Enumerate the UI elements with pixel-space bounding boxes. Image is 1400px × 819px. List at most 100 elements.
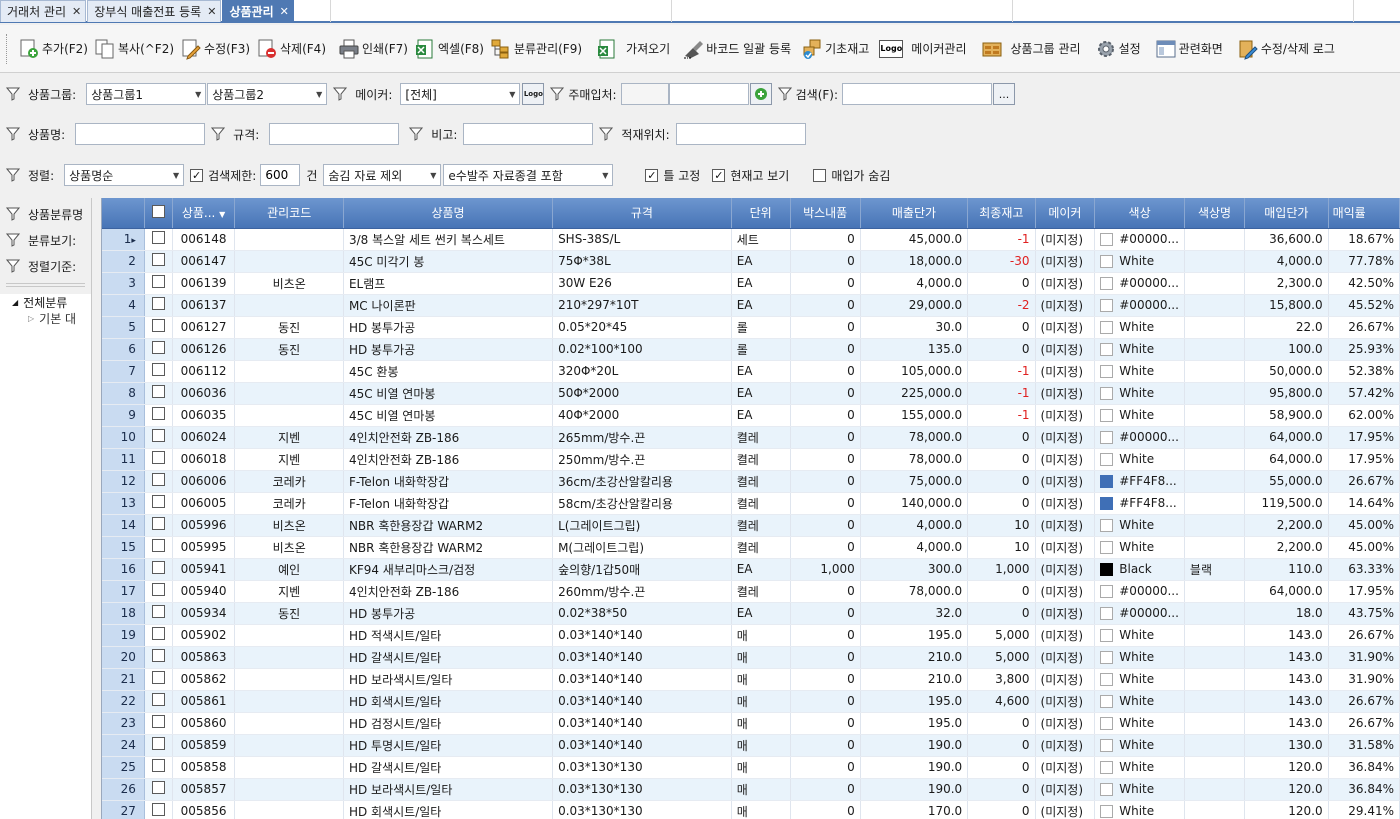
note-input[interactable] xyxy=(463,123,594,145)
row-number[interactable]: 4 xyxy=(102,294,145,317)
column-header-spec[interactable]: 규격 xyxy=(552,198,732,229)
copy-button[interactable]: 복사(^F2) xyxy=(91,34,177,64)
cell-margin[interactable]: 17.95% xyxy=(1328,448,1400,471)
cell-spec[interactable]: 58cm/초강산알칼리용 xyxy=(552,492,732,515)
row-number[interactable]: 9 xyxy=(102,404,145,427)
cell-box[interactable]: 0 xyxy=(790,272,861,295)
cell-maker[interactable]: (미지정) xyxy=(1035,272,1096,295)
cell-maker[interactable]: (미지정) xyxy=(1035,734,1096,757)
row-checkbox-cell[interactable] xyxy=(144,272,173,295)
cell-spec[interactable]: SHS-38S/L xyxy=(552,228,732,251)
cell-margin[interactable]: 17.95% xyxy=(1328,580,1400,603)
cell-color[interactable]: White xyxy=(1094,646,1185,669)
row-checkbox[interactable] xyxy=(151,429,165,442)
row-checkbox[interactable] xyxy=(151,583,165,596)
cell-color[interactable]: White xyxy=(1094,756,1185,779)
order-option-select[interactable]: e수발주 자료종결 포함 ▼ xyxy=(443,164,614,186)
cell-cost[interactable]: 120.0 xyxy=(1244,800,1329,819)
cell-margin[interactable]: 26.67% xyxy=(1328,712,1400,735)
cell-price[interactable]: 140,000.0 xyxy=(860,492,969,515)
cell-maker[interactable]: (미지정) xyxy=(1035,382,1096,405)
row-checkbox[interactable] xyxy=(151,363,165,376)
row-checkbox-cell[interactable] xyxy=(144,360,173,383)
cell-box[interactable]: 0 xyxy=(790,734,861,757)
cell-maker[interactable]: (미지정) xyxy=(1035,602,1096,625)
column-header-code[interactable]: 상품... ▼ xyxy=(172,198,236,229)
cell-color[interactable]: White xyxy=(1094,668,1185,691)
cell-unit[interactable]: EA xyxy=(731,404,791,427)
cell-code[interactable]: 006147 xyxy=(172,250,236,273)
column-header-color[interactable]: 색상 xyxy=(1094,198,1185,229)
cell-color-name[interactable] xyxy=(1184,756,1246,779)
cell-cost[interactable]: 36,600.0 xyxy=(1244,228,1329,251)
cell-stock[interactable]: 1,000 xyxy=(967,558,1036,581)
cell-margin[interactable]: 62.00% xyxy=(1328,404,1400,427)
cell-price[interactable]: 195.0 xyxy=(860,690,969,713)
browse-option[interactable]: 분류보기: xyxy=(0,227,91,253)
cell-mgmt[interactable] xyxy=(234,690,344,713)
group2-select[interactable]: 상품그룹2 ▼ xyxy=(207,83,328,105)
table-row[interactable]: 19 005902 HD 적색시트/일타 0.03*140*140 매 0 195.0 5,0… xyxy=(102,624,1400,647)
cell-color-name[interactable] xyxy=(1184,382,1246,405)
cell-code[interactable]: 005860 xyxy=(172,712,236,735)
table-row[interactable]: 8 006036 45C 비열 연마봉 50Φ*2000 EA 0 225,000.0 -1(… xyxy=(102,382,1400,405)
cell-margin[interactable]: 26.67% xyxy=(1328,316,1400,339)
table-row[interactable]: 4 006137 MC 나이론판 210*297*10T EA 0 29,000.0 -2 (미… xyxy=(102,294,1400,317)
cell-maker[interactable]: (미지정) xyxy=(1035,668,1096,691)
cell-cost[interactable]: 64,000.0 xyxy=(1244,426,1329,449)
cell-code[interactable]: 005858 xyxy=(172,756,236,779)
row-number[interactable]: 23 xyxy=(102,712,145,735)
cell-code[interactable]: 006148 xyxy=(172,228,236,251)
cell-margin[interactable]: 57.42% xyxy=(1328,382,1400,405)
cell-spec[interactable]: 0.03*130*130 xyxy=(552,800,732,819)
cell-margin[interactable]: 29.41% xyxy=(1328,800,1400,819)
column-header-box[interactable]: 박스내품 xyxy=(790,198,861,229)
cell-box[interactable]: 0 xyxy=(790,492,861,515)
fix-frame-checkbox[interactable]: ✓ xyxy=(645,168,659,182)
cell-code[interactable]: 005859 xyxy=(172,734,236,757)
cell-color[interactable]: White xyxy=(1094,250,1185,273)
cell-box[interactable]: 0 xyxy=(790,448,861,471)
cell-margin[interactable]: 45.00% xyxy=(1328,536,1400,559)
row-checkbox-cell[interactable] xyxy=(144,404,173,427)
cell-cost[interactable]: 120.0 xyxy=(1244,756,1329,779)
cell-name[interactable]: HD 회색시트/일타 xyxy=(343,690,554,713)
cell-code[interactable]: 005856 xyxy=(172,800,236,819)
row-number[interactable]: 10 xyxy=(102,426,145,449)
cell-spec[interactable]: 숲의향/1갑50매 xyxy=(552,558,732,581)
excel-button[interactable]: 엑셀(F8) xyxy=(411,34,487,64)
cell-stock[interactable]: 0 xyxy=(967,756,1036,779)
cell-box[interactable]: 0 xyxy=(790,382,861,405)
cell-stock[interactable]: -1 xyxy=(967,360,1036,383)
cell-code[interactable]: 005941 xyxy=(172,558,236,581)
cell-code[interactable]: 005902 xyxy=(172,624,236,647)
cell-code[interactable]: 005861 xyxy=(172,690,236,713)
cell-code[interactable]: 006139 xyxy=(172,272,236,295)
table-row[interactable]: 26 005857 HD 보라색시트/일타 0.03*130*130 매 0 190.0 0(… xyxy=(102,778,1400,801)
cell-color-name[interactable] xyxy=(1184,316,1246,339)
cell-margin[interactable]: 26.67% xyxy=(1328,690,1400,713)
cell-margin[interactable]: 26.67% xyxy=(1328,470,1400,493)
cell-cost[interactable]: 2,200.0 xyxy=(1244,514,1329,537)
cell-color-name[interactable] xyxy=(1184,250,1246,273)
cell-price[interactable]: 210.0 xyxy=(860,646,969,669)
cell-margin[interactable]: 45.52% xyxy=(1328,294,1400,317)
cell-price[interactable]: 195.0 xyxy=(860,624,969,647)
table-row[interactable]: 21 005862 HD 보라색시트/일타 0.03*140*140 매 0 210.0 3,… xyxy=(102,668,1400,691)
row-number[interactable]: 19 xyxy=(102,624,145,647)
column-header-stock[interactable]: 최종재고 xyxy=(967,198,1036,229)
table-row[interactable]: 14 005996 비츠온 NBR 혹한용장갑 WARM2 L(그레이트그립) 켤레 0 4,… xyxy=(102,514,1400,537)
row-number[interactable]: 17 xyxy=(102,580,145,603)
row-checkbox[interactable] xyxy=(151,693,165,706)
cell-maker[interactable]: (미지정) xyxy=(1035,580,1096,603)
cell-code[interactable]: 005857 xyxy=(172,778,236,801)
cell-unit[interactable]: 세트 xyxy=(731,228,791,251)
sort-select[interactable]: 상품명순 ▼ xyxy=(64,164,185,186)
cell-stock[interactable]: -1 xyxy=(967,228,1036,251)
cell-mgmt[interactable]: 지벤 xyxy=(234,580,344,603)
cell-name[interactable]: EL램프 xyxy=(343,272,554,295)
row-number[interactable]: 7 xyxy=(102,360,145,383)
row-number[interactable]: 15 xyxy=(102,536,145,559)
cell-price[interactable]: 30.0 xyxy=(860,316,969,339)
cell-color[interactable]: #00000... xyxy=(1094,228,1185,251)
